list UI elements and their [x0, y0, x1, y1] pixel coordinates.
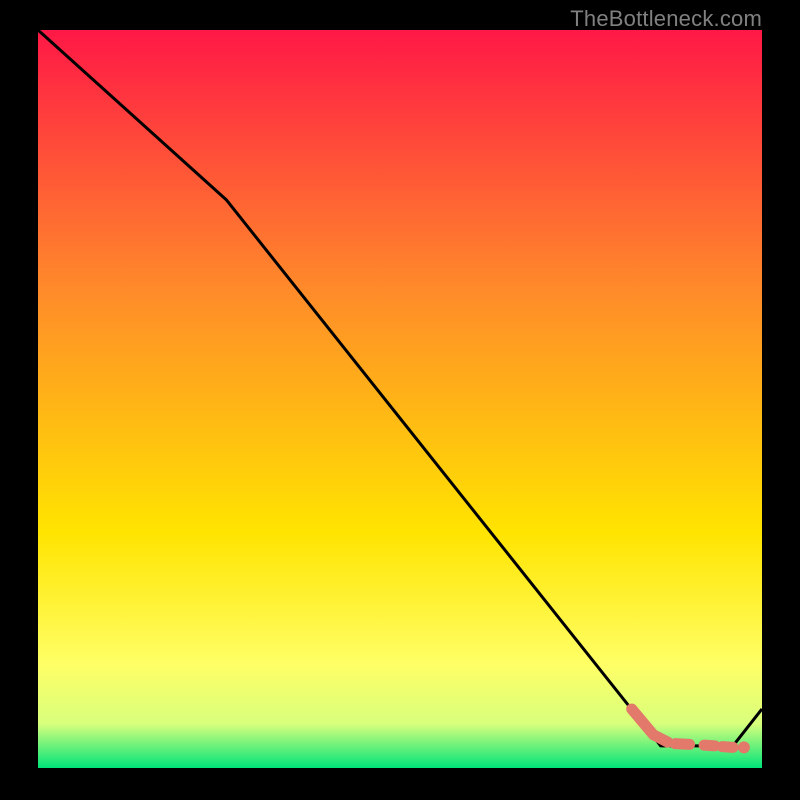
chart-svg [38, 30, 762, 768]
plot-area [38, 30, 762, 768]
watermark-text: TheBottleneck.com [570, 6, 762, 32]
series-salmon-segment-2 [675, 744, 689, 745]
chart-frame: TheBottleneck.com [0, 0, 800, 800]
gradient-background [38, 30, 762, 768]
series-salmon-segment-3 [704, 745, 715, 746]
series-salmon-segment-4 [722, 747, 733, 748]
series-salmon-point [738, 741, 750, 753]
